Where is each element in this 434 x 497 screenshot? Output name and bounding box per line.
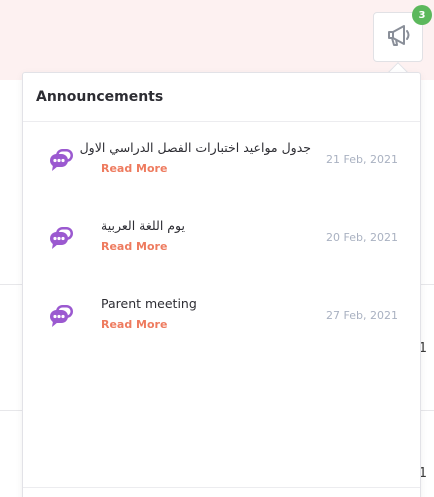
announcements-dropdown: Announcements جدول مواعيد اختبارات الفصل… — [22, 72, 421, 497]
dropdown-title: Announcements — [36, 89, 164, 105]
announcement-item[interactable]: جدول مواعيد اختبارات الفصل الدراسي الاول… — [23, 122, 420, 200]
announcement-title: يوم اللغة العربية — [101, 218, 185, 233]
chat-bubbles-icon — [48, 223, 76, 251]
read-more-link[interactable]: Read More — [101, 318, 167, 331]
announcement-item[interactable]: يوم اللغة العربية Read More 20 Feb, 2021 — [23, 200, 420, 278]
announcement-date: 21 Feb, 2021 — [326, 153, 398, 166]
announcement-title: جدول مواعيد اختبارات الفصل الدراسي الاول — [79, 140, 311, 155]
chat-bubbles-icon — [48, 145, 76, 173]
top-header-band — [0, 0, 434, 80]
page: 1 1 3 Announcements جدول مواعيد اختبارات… — [0, 0, 434, 497]
announcement-item[interactable]: Parent meeting Read More 27 Feb, 2021 — [23, 278, 420, 356]
announcement-title: Parent meeting — [101, 296, 197, 311]
announcement-date: 20 Feb, 2021 — [326, 231, 398, 244]
dropdown-header: Announcements — [23, 73, 420, 122]
dropdown-footer-divider — [23, 487, 420, 488]
megaphone-icon — [383, 20, 413, 55]
read-more-link[interactable]: Read More — [101, 240, 167, 253]
read-more-link[interactable]: Read More — [101, 162, 167, 175]
announcement-date: 27 Feb, 2021 — [326, 309, 398, 322]
notification-count-badge: 3 — [412, 5, 432, 25]
chat-bubbles-icon — [48, 301, 76, 329]
